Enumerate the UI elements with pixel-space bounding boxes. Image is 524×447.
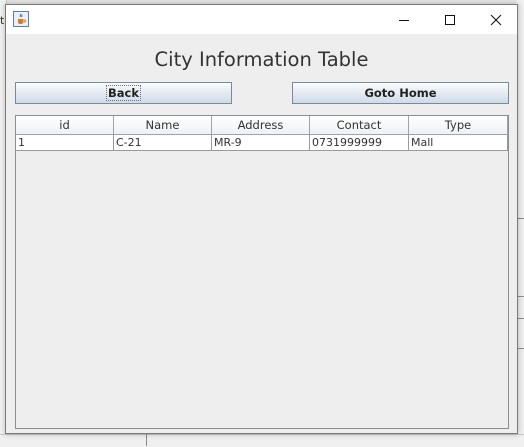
goto-home-button-label: Goto Home: [364, 86, 437, 100]
minimize-button[interactable]: [381, 5, 427, 34]
background-divider: [518, 348, 524, 349]
column-header-contact[interactable]: Contact: [310, 116, 409, 135]
column-header-address[interactable]: Address: [212, 116, 310, 135]
page-title: City Information Table: [154, 48, 369, 71]
background-divider: [518, 318, 524, 319]
background-divider: [146, 434, 147, 446]
table-cell-address[interactable]: MR-9: [212, 135, 310, 151]
content-pane: City Information Table Back Goto Home id…: [6, 34, 517, 433]
background-text: t: [0, 14, 5, 27]
table-header: id Name Address Contact Type: [16, 116, 508, 135]
close-button[interactable]: [473, 5, 519, 34]
table-cell-name[interactable]: C-21: [114, 135, 212, 151]
back-button-label: Back: [106, 85, 141, 101]
back-button[interactable]: Back: [15, 82, 232, 104]
minimize-icon: [399, 20, 409, 21]
table-cell-contact[interactable]: 0731999999: [310, 135, 409, 151]
background-divider: [518, 296, 524, 297]
maximize-button[interactable]: [427, 5, 473, 34]
title-bar[interactable]: [6, 5, 517, 34]
table-cell-id[interactable]: 1: [16, 135, 114, 151]
background-divider: [518, 218, 524, 219]
goto-home-button[interactable]: Goto Home: [292, 82, 509, 104]
table-cell-type[interactable]: Mall: [409, 135, 508, 151]
table-row[interactable]: 1 C-21 MR-9 0731999999 Mall: [16, 135, 508, 151]
column-header-type[interactable]: Type: [409, 116, 508, 135]
column-header-name[interactable]: Name: [114, 116, 212, 135]
maximize-icon: [445, 15, 455, 25]
city-info-window: City Information Table Back Goto Home id…: [5, 4, 518, 434]
java-cup-icon[interactable]: [13, 11, 29, 27]
city-table[interactable]: id Name Address Contact Type 1 C-21 MR-9…: [15, 115, 509, 429]
background-window-bottom: [0, 434, 524, 447]
close-icon: [490, 14, 502, 26]
column-header-id[interactable]: id: [16, 116, 114, 135]
